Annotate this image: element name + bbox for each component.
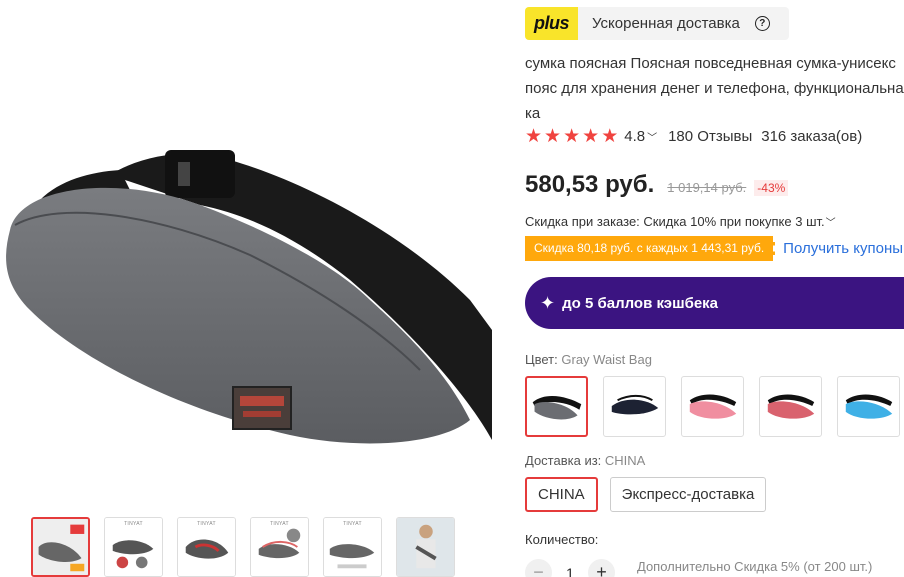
discount-badge: -43% (754, 180, 789, 196)
color-options (525, 376, 900, 437)
thumbnail-label: TINYAT (197, 521, 216, 527)
old-price: 1 019,14 руб. (667, 180, 747, 195)
coupon-tag: Скидка 80,18 руб. с каждых 1 443,31 руб. (525, 236, 776, 261)
ship-option-express[interactable]: Экспресс-доставка (609, 477, 767, 512)
thumbnail[interactable]: TINYAT (323, 517, 382, 577)
reviews-link[interactable]: 180 Отзывы (668, 128, 752, 145)
ship-from-label: Доставка из: CHINA (525, 453, 645, 468)
color-option-pink[interactable] (681, 376, 744, 437)
ship-from-value: CHINA (604, 453, 646, 468)
rating-stars: ★ ★ ★ ★ ★ (525, 127, 618, 146)
color-option-sky-blue[interactable] (837, 376, 900, 437)
increase-quantity-button[interactable]: + (588, 559, 615, 577)
fast-delivery-banner[interactable]: plus Ускоренная доставка ? (525, 7, 789, 40)
main-product-image[interactable] (0, 0, 492, 508)
cashback-banner[interactable]: ✦ до 5 баллов кэшбека (525, 277, 904, 329)
star-icon: ★ (563, 125, 581, 147)
color-option-gray[interactable] (525, 376, 588, 437)
color-option-navy[interactable] (603, 376, 666, 437)
ship-from-label-text: Доставка из: (525, 453, 602, 468)
question-circle-icon[interactable]: ? (754, 16, 770, 31)
order-discount[interactable]: Скидка при заказе: Скидка 10% при покупк… (525, 214, 847, 229)
thumbnail[interactable]: TINYAT (250, 517, 309, 577)
selected-color: Gray Waist Bag (561, 352, 652, 367)
color-label: Цвет: Gray Waist Bag (525, 352, 652, 367)
ship-option-china[interactable]: CHINA (525, 477, 598, 512)
fast-delivery-text: Ускоренная доставка (592, 15, 740, 32)
thumbnail[interactable] (31, 517, 90, 577)
price-row: 580,53 руб. 1 019,14 руб. -43% (525, 171, 789, 199)
orders-count: 316 заказа(ов) (761, 127, 863, 145)
bulk-discount-note: Дополнительно Скидка 5% (от 200 шт.) (637, 559, 873, 574)
star-icon: ★ (582, 125, 600, 147)
thumbnail-label: TINYAT (124, 521, 143, 527)
chevron-down-icon[interactable]: ﹀ (647, 129, 657, 144)
color-option-rose[interactable] (759, 376, 822, 437)
thumbnail-label: TINYAT (270, 521, 289, 527)
rating-value[interactable]: 4.8 (624, 128, 645, 145)
order-discount-text: Скидка при заказе: Скидка 10% при покупк… (525, 214, 825, 229)
current-price: 580,53 руб. (525, 171, 655, 198)
star-icon: ★ (544, 125, 562, 147)
thumbnail-label: TINYAT (343, 521, 362, 527)
get-coupons-link[interactable]: Получить купоны (783, 240, 903, 257)
thumbnail-strip: TINYAT TINYAT TINYAT TINYAT (31, 517, 455, 577)
cashback-text: до 5 баллов кэшбека (562, 294, 719, 312)
product-info-panel: plus Ускоренная доставка ? сумка поясная… (525, 0, 904, 577)
thumbnail[interactable] (396, 517, 455, 577)
star-icon: ★ (601, 125, 619, 147)
quantity-stepper: − 1 + Дополнительно Скидка 5% (от 200 шт… (525, 559, 872, 577)
plus-logo: plus (525, 7, 578, 40)
decrease-quantity-button[interactable]: − (525, 559, 552, 577)
product-title: сумка поясная Поясная повседневная сумка… (525, 55, 904, 122)
rating-row: ★ ★ ★ ★ ★ 4.8 ﹀ 180 Отзывы 316 заказа(ов… (525, 126, 862, 146)
chevron-down-icon[interactable]: ﹀ (826, 218, 836, 229)
quantity-value[interactable]: 1 (552, 565, 588, 577)
thumbnail[interactable]: TINYAT (177, 517, 236, 577)
quantity-label: Количество: (525, 532, 599, 547)
shipping-options: CHINA Экспресс-доставка (525, 477, 767, 512)
waist-bag-image (6, 150, 492, 444)
thumbnail[interactable]: TINYAT (104, 517, 163, 577)
color-label-text: Цвет: (525, 352, 558, 367)
coupon-row: Скидка 80,18 руб. с каждых 1 443,31 руб.… (525, 236, 903, 261)
star-icon: ★ (525, 125, 543, 147)
cashback-icon: ✦ (540, 293, 556, 313)
